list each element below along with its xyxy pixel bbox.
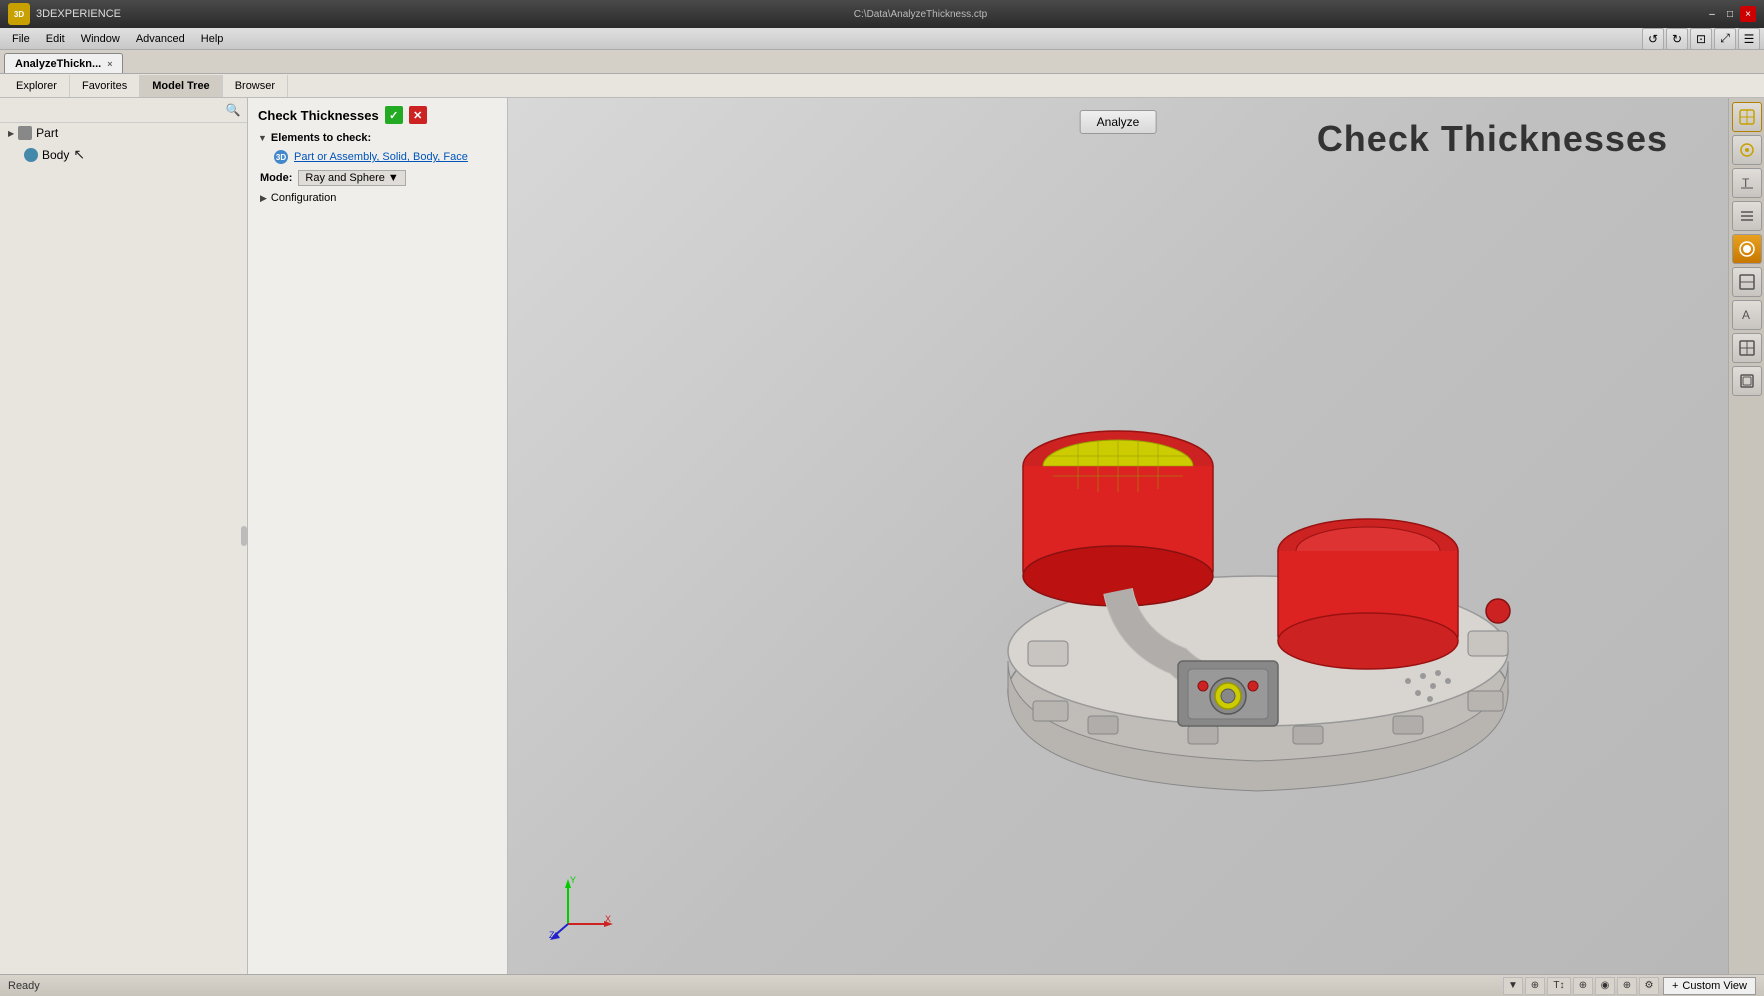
right-tool-btn-6[interactable] [1732,267,1762,297]
element-row: 3D Part or Assembly, Solid, Body, Face [258,148,497,166]
menu-help[interactable]: Help [193,31,232,47]
toolbar-expand[interactable]: ⤢ [1714,28,1736,50]
nav-tabs: Explorer Favorites Model Tree Browser [0,74,1764,98]
tab-bar: AnalyzeThickn... × [0,50,1764,74]
menu-file[interactable]: File [4,31,38,47]
axes-indicator: Y X Z [548,874,608,934]
cursor-indicator: ↖ [73,146,85,163]
right-tool-btn-7[interactable]: A [1732,300,1762,330]
toolbar-icons: ↺ ↻ ⊡ ⤢ ☰ [1642,28,1760,50]
svg-text:X: X [605,914,611,924]
analyze-button[interactable]: Analyze [1080,110,1157,134]
confirm-icon[interactable]: ✓ [385,106,403,124]
config-arrow: ▶ [260,193,267,204]
dropdown-arrow: ▼ [388,172,399,184]
element-type-icon: 3D [274,150,288,164]
status-icon-filter[interactable]: ▼ [1503,977,1523,995]
right-tool-btn-4[interactable] [1732,201,1762,231]
toolbar-grid[interactable]: ⊡ [1690,28,1712,50]
viewport-title: Check Thicknesses [1317,118,1668,160]
app-name: 3DEXPERIENCE [36,8,121,20]
tab-model-tree[interactable]: Model Tree [140,75,222,97]
config-row[interactable]: ▶ Configuration [258,190,497,206]
status-icon-add2[interactable]: ⊕ [1573,977,1593,995]
left-panel: 🔍 ▶ Part Body ↖ [0,98,248,974]
panel-title: Check Thicknesses [258,108,379,123]
status-text: Ready [8,980,40,992]
tree-item-body[interactable]: Body ↖ [0,143,247,166]
panel-header: Check Thicknesses ✓ ✕ [258,106,497,124]
panel-search-bar: 🔍 [0,98,247,123]
part-svg [878,261,1578,841]
right-tool-btn-3[interactable]: T [1732,168,1762,198]
toolbar-undo[interactable]: ↺ [1642,28,1664,50]
custom-view-button[interactable]: +Custom View [1663,977,1756,995]
close-window-button[interactable]: × [1740,6,1756,22]
title-bar: 3D 3DEXPERIENCE C:\Data\AnalyzeThickness… [0,0,1764,28]
status-icon-zoom[interactable]: ⊕ [1525,977,1545,995]
window-controls: – □ × [1704,6,1756,22]
menu-advanced[interactable]: Advanced [128,31,193,47]
part-icon [18,126,32,140]
maximize-button[interactable]: □ [1722,6,1738,22]
tree-item-part[interactable]: ▶ Part [0,123,247,143]
right-tool-btn-2[interactable] [1732,135,1762,165]
3d-model-view [768,178,1688,924]
active-tab[interactable]: AnalyzeThickn... × [4,53,123,73]
panel-resize-handle[interactable] [241,526,247,546]
right-tool-btn-8[interactable] [1732,333,1762,363]
menu-window[interactable]: Window [73,31,128,47]
body-icon [24,148,38,162]
right-tool-btn-9[interactable] [1732,366,1762,396]
tree-part-label: Part [36,126,58,140]
status-icon-circle[interactable]: ◉ [1595,977,1615,995]
svg-text:A: A [1742,308,1750,322]
tab-label: AnalyzeThickn... [15,58,101,70]
status-right: ▼ ⊕ T↕ ⊕ ◉ ⊕ ⚙ +Custom View [1503,977,1756,995]
search-button[interactable]: 🔍 [223,100,243,120]
app-logo: 3D [8,3,30,25]
viewport: Analyze Check Thicknesses [508,98,1728,974]
status-icon-text[interactable]: T↕ [1547,977,1571,995]
status-icon-settings[interactable]: ⚙ [1639,977,1659,995]
tab-favorites[interactable]: Favorites [70,75,140,97]
check-thicknesses-panel: Check Thicknesses ✓ ✕ ▼ Elements to chec… [248,98,508,974]
toolbar-menu2[interactable]: ☰ [1738,28,1760,50]
cancel-icon[interactable]: ✕ [409,106,427,124]
mode-dropdown[interactable]: Ray and Sphere ▼ [298,170,405,186]
file-path: C:\Data\AnalyzeThickness.ctp [137,9,1704,20]
mode-label: Mode: [260,172,292,184]
elements-section-header[interactable]: ▼ Elements to check: [258,132,497,144]
tab-browser[interactable]: Browser [223,75,288,97]
right-toolbar: T A [1728,98,1764,974]
svg-text:Z: Z [549,930,555,940]
minimize-button[interactable]: – [1704,6,1720,22]
right-tool-btn-5[interactable] [1732,234,1762,264]
mode-row: Mode: Ray and Sphere ▼ [258,166,497,190]
svg-text:Y: Y [570,875,576,885]
tree-body-label: Body [42,148,69,162]
menu-bar: File Edit Window Advanced Help ↺ ↻ ⊡ ⤢ ☰ [0,28,1764,50]
tab-explorer[interactable]: Explorer [4,75,70,97]
main-layout: 🔍 ▶ Part Body ↖ Check Thicknesses ✓ ✕ ▼ … [0,98,1764,974]
status-bar: Ready ▼ ⊕ T↕ ⊕ ◉ ⊕ ⚙ +Custom View [0,974,1764,996]
menu-edit[interactable]: Edit [38,31,73,47]
elements-label: Elements to check: [271,132,371,144]
elements-arrow: ▼ [258,133,267,143]
config-label: Configuration [271,192,336,204]
tab-close-icon[interactable]: × [107,59,112,69]
toolbar-redo[interactable]: ↻ [1666,28,1688,50]
status-icons: ▼ ⊕ T↕ ⊕ ◉ ⊕ ⚙ [1503,977,1659,995]
status-icon-add3[interactable]: ⊕ [1617,977,1637,995]
right-tool-btn-1[interactable] [1732,102,1762,132]
element-link[interactable]: Part or Assembly, Solid, Body, Face [294,151,468,163]
